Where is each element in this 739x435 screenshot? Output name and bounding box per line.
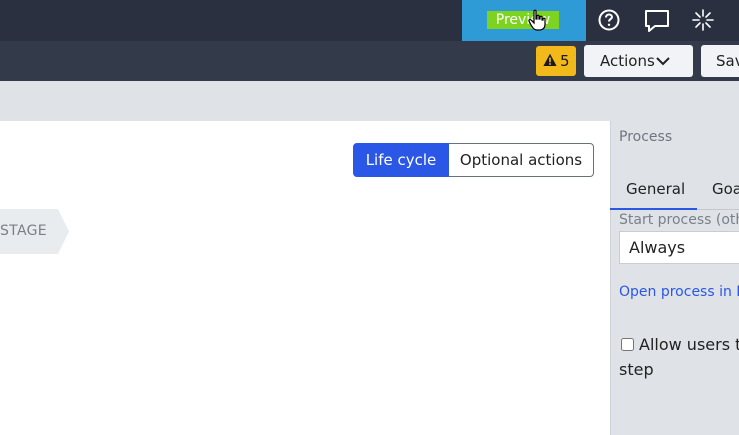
open-process-link[interactable]: Open process in D [619,284,739,300]
tab-general[interactable]: General [626,180,685,198]
pointer-cursor-icon [528,9,546,31]
tab-goals[interactable]: Goa [712,180,739,198]
active-tab-indicator [610,208,697,210]
subheader-strip [0,81,739,121]
allow-users-checkbox[interactable] [621,338,634,351]
top-header-bar [0,0,739,41]
tab-life-cycle[interactable]: Life cycle [353,143,449,177]
help-icon[interactable] [598,9,620,31]
start-process-value[interactable]: Always [629,231,685,264]
stage-label[interactable]: STAGE [0,209,47,254]
warning-icon [543,53,557,66]
chevron-down-icon[interactable] [656,56,670,66]
allow-users-label-continued: step [619,360,654,379]
start-process-label: Start process (oth [619,212,739,228]
allow-users-label: Allow users to [639,335,739,354]
save-button-label[interactable]: Sav [716,45,739,77]
panel-title: Process [619,129,673,145]
tab-optional-actions[interactable]: Optional actions [449,143,594,177]
actions-button-label[interactable]: Actions [600,45,655,77]
tab-divider [697,209,739,210]
chat-icon[interactable] [644,9,670,33]
preview-button-label[interactable]: Preview [487,11,559,29]
warnings-count[interactable]: 5 [560,46,570,76]
process-properties-panel [610,121,739,435]
loading-spinner-icon [692,9,714,31]
